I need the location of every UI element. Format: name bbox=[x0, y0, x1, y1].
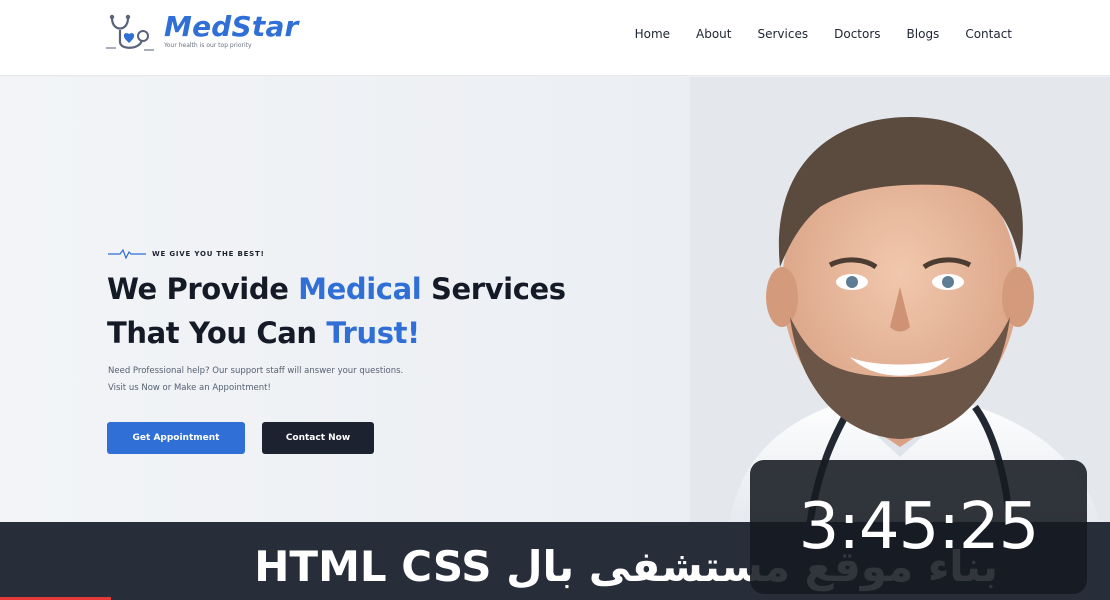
hero-description: Need Professional help? Our support staf… bbox=[108, 363, 528, 397]
eyebrow-text: WE GIVE YOU THE BEST! bbox=[152, 250, 265, 258]
brand-tagline: Your health is our top priority bbox=[164, 42, 252, 49]
stethoscope-heart-icon bbox=[106, 14, 154, 51]
nav-link-home[interactable]: Home bbox=[635, 27, 670, 41]
nav-link-about[interactable]: About bbox=[696, 27, 731, 41]
headline-accent: Medical bbox=[298, 272, 422, 306]
brand-logo[interactable]: MedStar Your health is our top priority bbox=[104, 10, 299, 58]
duration-badge: 3:45:25 bbox=[750, 460, 1087, 594]
duration-text: 3:45:25 bbox=[798, 490, 1040, 564]
brand-name: MedStar bbox=[164, 10, 299, 43]
headline-line1: We Provide Medical Services bbox=[107, 272, 566, 306]
get-appointment-button[interactable]: Get Appointment bbox=[107, 422, 245, 454]
headline-accent: Trust! bbox=[326, 316, 420, 350]
site-header: MedStar Your health is our top priority … bbox=[0, 0, 1110, 76]
nav-link-doctors[interactable]: Doctors bbox=[834, 27, 880, 41]
contact-now-button[interactable]: Contact Now bbox=[262, 422, 374, 454]
hero-headline: We Provide Medical Services That You Can… bbox=[107, 267, 566, 355]
nav-link-blogs[interactable]: Blogs bbox=[907, 27, 940, 41]
nav-link-contact[interactable]: Contact bbox=[965, 27, 1012, 41]
description-line: Need Professional help? Our support staf… bbox=[108, 366, 404, 376]
video-thumbnail[interactable]: MedStar Your health is our top priority … bbox=[0, 0, 1110, 600]
nav-link-services[interactable]: Services bbox=[758, 27, 809, 41]
hero-actions: Get Appointment Contact Now bbox=[107, 422, 374, 454]
headline-text: We Provide bbox=[107, 272, 299, 306]
doctor-portrait-image bbox=[690, 77, 1110, 523]
hero-section: WE GIVE YOU THE BEST! We Provide Medical… bbox=[0, 77, 1110, 523]
headline-text: Services bbox=[421, 272, 566, 306]
heartbeat-icon bbox=[108, 249, 146, 259]
description-line: Visit us Now or Make an Appointment! bbox=[108, 383, 271, 393]
headline-text: That You Can bbox=[107, 316, 327, 350]
headline-line2: That You Can Trust! bbox=[107, 316, 420, 350]
hero-eyebrow: WE GIVE YOU THE BEST! bbox=[108, 249, 265, 259]
main-nav: Home About Services Doctors Blogs Contac… bbox=[635, 27, 1012, 41]
